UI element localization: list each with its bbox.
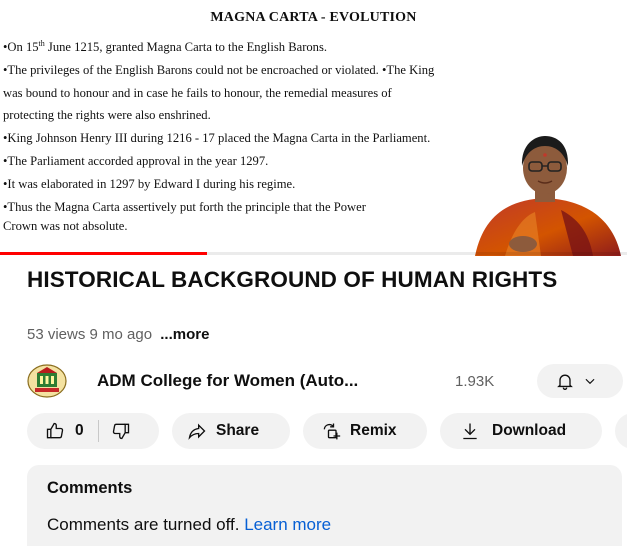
- presenter-video-overlay: [465, 128, 625, 256]
- more-link[interactable]: ...more: [160, 326, 209, 343]
- action-bar: 0 Share Remix Download: [0, 413, 627, 451]
- chevron-down-icon: [583, 374, 597, 388]
- progress-bar[interactable]: [0, 252, 207, 255]
- comments-off-text: Comments are turned off.: [47, 515, 240, 534]
- slide-line: •On 15th June 1215, granted Magna Carta …: [3, 38, 328, 54]
- comments-section: Comments Comments are turned off. Learn …: [27, 465, 622, 546]
- download-button[interactable]: Download: [440, 413, 602, 449]
- subscription-bell-button[interactable]: [537, 364, 623, 398]
- download-label: Download: [492, 422, 567, 439]
- comments-status: Comments are turned off. Learn more: [47, 515, 331, 535]
- video-player[interactable]: MAGNA CARTA - EVOLUTION •On 15th June 12…: [0, 0, 627, 256]
- thumbs-up-icon[interactable]: [45, 421, 65, 441]
- slide-line: was bound to honour and in case he fails…: [3, 85, 392, 100]
- remix-label: Remix: [350, 422, 397, 439]
- video-title: HISTORICAL BACKGROUND OF HUMAN RIGHTS: [27, 267, 558, 292]
- like-divider: [97, 420, 99, 442]
- download-icon: [460, 421, 480, 441]
- upload-age: 9 mo ago: [89, 326, 153, 343]
- comments-heading: Comments: [47, 479, 133, 497]
- learn-more-link[interactable]: Learn more: [244, 515, 331, 534]
- channel-row: ADM College for Women (Auto... 1.93K: [0, 358, 627, 404]
- channel-avatar[interactable]: [27, 364, 67, 398]
- thumbs-down-icon[interactable]: [111, 421, 131, 441]
- share-icon: [186, 421, 208, 441]
- slide-line: protecting the rights were also enshrine…: [3, 108, 211, 123]
- remix-icon: [320, 421, 342, 441]
- subscriber-count: 1.93K: [455, 373, 495, 390]
- slide-title: MAGNA CARTA - EVOLUTION: [210, 10, 417, 25]
- remix-button[interactable]: Remix: [303, 413, 427, 449]
- bell-icon: [555, 371, 575, 391]
- channel-name[interactable]: ADM College for Women (Auto...: [97, 371, 358, 391]
- like-dislike-group: 0: [27, 413, 159, 449]
- progress-track[interactable]: [207, 252, 627, 255]
- share-button[interactable]: Share: [172, 413, 290, 449]
- slide-line: •The privileges of the English Barons co…: [3, 62, 435, 77]
- share-label: Share: [216, 422, 260, 439]
- video-meta[interactable]: 53 views 9 mo ago ...more: [27, 326, 209, 343]
- like-count[interactable]: 0: [75, 422, 84, 440]
- view-count: 53 views: [27, 326, 86, 343]
- more-actions-button[interactable]: [615, 413, 627, 449]
